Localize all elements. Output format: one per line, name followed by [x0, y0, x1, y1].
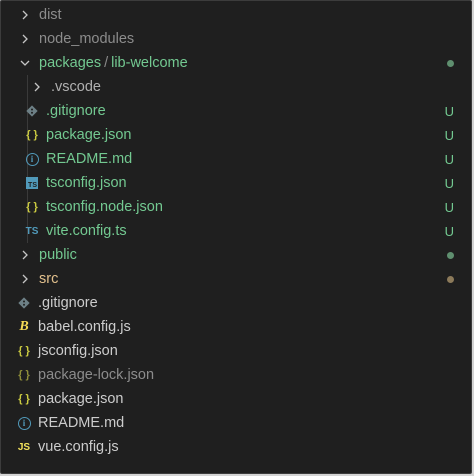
chevron-right-icon [19, 273, 31, 285]
tree-item-label: babel.config.js [38, 319, 131, 335]
info-icon: i [17, 416, 31, 430]
tree-item-label: vue.config.js [38, 439, 119, 455]
json-braces-icon: { } [26, 129, 38, 141]
javascript-icon: JS [17, 441, 31, 453]
tree-item-package-lock[interactable]: { } package-lock.json [1, 363, 471, 387]
tree-item-label: README.md [46, 151, 133, 167]
folder-segment-lib-welcome[interactable]: lib-welcome [111, 55, 188, 71]
json-braces-icon: { } [18, 369, 30, 381]
info-icon: i [25, 152, 39, 166]
typescript-icon: TS [25, 225, 39, 237]
tree-item-label: public [39, 247, 77, 263]
untracked-badge: U [444, 223, 454, 239]
tree-item-label: src [39, 271, 59, 287]
tree-item-label: .gitignore [46, 103, 106, 119]
tree-item-packages-lib-welcome[interactable]: packages / lib-welcome [1, 51, 471, 75]
modified-dot-badge [447, 243, 454, 267]
modified-dot-badge [447, 51, 454, 75]
tree-item-root-readme[interactable]: i README.md [1, 411, 471, 435]
tree-item-label: README.md [38, 415, 125, 431]
tree-item-package-json[interactable]: { } package.json U [1, 123, 471, 147]
tree-item-vscode[interactable]: .vscode [1, 75, 471, 99]
tree-item-public[interactable]: public [1, 243, 471, 267]
tsconfig-icon-glyph: TS [26, 177, 38, 189]
json-braces-icon: { } [18, 393, 30, 405]
tree-item-label: .vscode [51, 79, 101, 95]
chevron-right-icon [19, 249, 31, 261]
git-icon [25, 104, 39, 118]
folder-segment-packages[interactable]: packages [39, 55, 101, 71]
json-braces-icon: { } [18, 345, 30, 357]
tree-item-babel-config[interactable]: B babel.config.js [1, 315, 471, 339]
untracked-badge: U [444, 103, 454, 119]
tree-item-label: .gitignore [38, 295, 98, 311]
untracked-badge: U [444, 175, 454, 191]
git-icon [17, 296, 31, 310]
tree-item-label: node_modules [39, 31, 135, 47]
explorer-panel: dist node_modules packages / lib-welcome… [0, 0, 472, 474]
tree-item-gitignore[interactable]: .gitignore U [1, 99, 471, 123]
tree-item-root-gitignore[interactable]: .gitignore [1, 291, 471, 315]
json-braces-icon: { } [26, 201, 38, 213]
path-separator: / [104, 55, 109, 71]
tree-item-jsconfig[interactable]: { } jsconfig.json [1, 339, 471, 363]
chevron-right-icon [19, 9, 31, 21]
tree-item-vue-config[interactable]: JS vue.config.js [1, 435, 471, 459]
tree-item-readme[interactable]: i README.md U [1, 147, 471, 171]
chevron-right-icon [19, 33, 31, 45]
info-icon-glyph: i [17, 416, 31, 430]
chevron-right-icon [31, 81, 43, 93]
tree-item-label: package.json [46, 127, 132, 143]
chevron-down-icon [19, 57, 31, 69]
tree-item-tsconfig-node-json[interactable]: { } tsconfig.node.json U [1, 195, 471, 219]
tree-item-dist[interactable]: dist [1, 3, 471, 27]
tsconfig-icon: TS [25, 176, 39, 190]
tree-item-label: jsconfig.json [38, 343, 118, 359]
tree-item-tsconfig-json[interactable]: TS tsconfig.json U [1, 171, 471, 195]
untracked-badge: U [444, 127, 454, 143]
modified-dot-badge [447, 267, 454, 291]
tree-item-label: dist [39, 7, 62, 23]
babel-icon: B [19, 319, 29, 334]
info-icon-glyph: i [25, 152, 39, 166]
tree-item-label: package.json [38, 391, 124, 407]
tree-item-label: tsconfig.json [46, 175, 127, 191]
untracked-badge: U [444, 151, 454, 167]
tree-item-root-package-json[interactable]: { } package.json [1, 387, 471, 411]
tree-item-label: vite.config.ts [46, 223, 127, 239]
tree-item-node-modules[interactable]: node_modules [1, 27, 471, 51]
untracked-badge: U [444, 199, 454, 215]
tree-item-vite-config-ts[interactable]: TS vite.config.ts U [1, 219, 471, 243]
tree-item-label: package-lock.json [38, 367, 155, 383]
tree-item-label: tsconfig.node.json [46, 199, 163, 215]
tree-item-src[interactable]: src [1, 267, 471, 291]
